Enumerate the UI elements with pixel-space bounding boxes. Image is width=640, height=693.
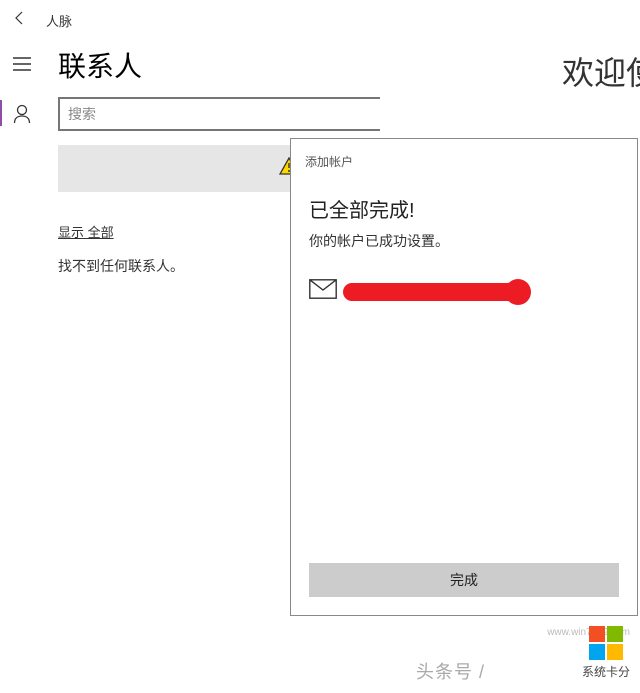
welcome-heading: 欢迎使 xyxy=(562,48,640,94)
watermark-toutiao: 头条号 / xyxy=(416,658,485,684)
watermark-brand: 系统卡分 xyxy=(582,663,630,680)
dialog-subtext: 你的帐户已成功设置。 xyxy=(291,231,637,279)
hamburger-icon[interactable] xyxy=(13,57,31,76)
redacted-email xyxy=(343,283,529,301)
mail-icon xyxy=(309,279,337,304)
accent-edge xyxy=(0,100,2,126)
logo-square xyxy=(607,644,623,660)
logo-square xyxy=(607,626,623,642)
account-row xyxy=(291,279,637,304)
logo-square xyxy=(589,644,605,660)
dialog-title: 添加帐户 xyxy=(291,139,637,194)
person-icon[interactable] xyxy=(13,104,31,129)
watermark-logo: 系统卡分 xyxy=(582,626,630,680)
complete-button[interactable]: 完成 xyxy=(309,563,619,597)
dialog-heading: 已全部完成! xyxy=(291,194,637,231)
app-title: 人脉 xyxy=(46,11,72,30)
add-account-dialog: 添加帐户 已全部完成! 你的帐户已成功设置。 完成 xyxy=(290,138,638,616)
left-rail xyxy=(0,39,44,693)
filter-link[interactable]: 显示 全部 xyxy=(58,225,114,240)
back-icon[interactable] xyxy=(12,10,28,31)
page-title: 联系人 xyxy=(58,45,142,85)
logo-square xyxy=(589,626,605,642)
